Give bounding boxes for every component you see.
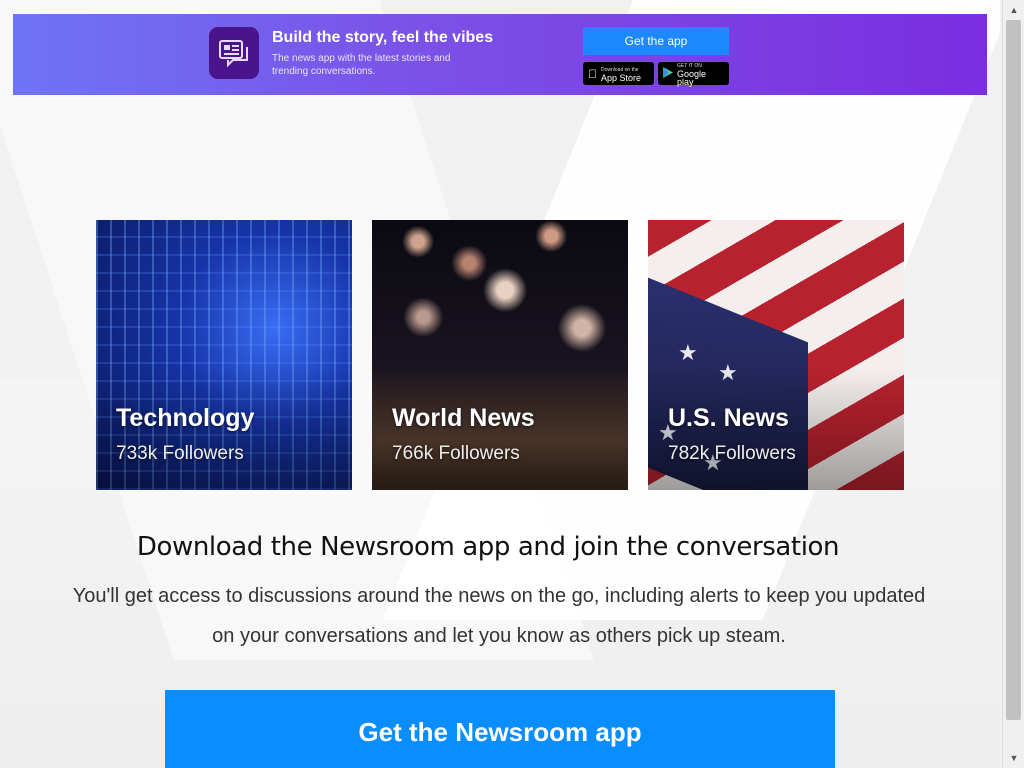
banner-title: Build the story, feel the vibes bbox=[272, 29, 494, 46]
topic-followers: 766k Followers bbox=[392, 443, 520, 464]
topic-followers: 733k Followers bbox=[116, 443, 244, 464]
topic-card-world-news[interactable]: World News 766k Followers bbox=[372, 220, 628, 490]
google-play-badge[interactable]: GET IT ON Google play bbox=[658, 62, 729, 87]
download-description: You'll get access to discussions around … bbox=[72, 585, 926, 647]
banner-subtitle: The news app with the latest stories and… bbox=[272, 53, 451, 77]
topic-name: World News bbox=[392, 404, 535, 432]
topic-name: Technology bbox=[116, 404, 255, 432]
google-play-label: Google play bbox=[677, 68, 707, 87]
app-promo-banner: Build the story, feel the vibes The news… bbox=[13, 14, 987, 95]
scroll-up-arrow-icon[interactable]: ▲ bbox=[1003, 2, 1024, 18]
topic-card-technology[interactable]: Technology 733k Followers bbox=[96, 220, 352, 490]
vertical-scrollbar[interactable]: ▲ ▼ bbox=[1002, 0, 1024, 768]
topic-name: U.S. News bbox=[668, 404, 789, 432]
apple-icon:  bbox=[588, 67, 597, 81]
google-play-icon bbox=[663, 65, 673, 83]
download-heading: Download the Newsroom app and join the c… bbox=[136, 532, 840, 562]
newsroom-app-icon bbox=[209, 27, 259, 79]
app-store-badge[interactable]:  Download on the App Store bbox=[583, 62, 654, 85]
app-store-label: App Store bbox=[592, 72, 641, 83]
get-newsroom-app-button[interactable]: Get the Newsroom app bbox=[165, 690, 835, 768]
scroll-down-arrow-icon[interactable]: ▼ bbox=[1003, 750, 1024, 766]
topic-followers: 782k Followers bbox=[668, 443, 796, 464]
topic-card-us-news[interactable]: ★ ★ ★ ★ U.S. News 782k Followers bbox=[648, 220, 904, 490]
get-the-app-button[interactable]: Get the app bbox=[583, 27, 729, 55]
scrollbar-thumb[interactable] bbox=[1006, 20, 1021, 720]
